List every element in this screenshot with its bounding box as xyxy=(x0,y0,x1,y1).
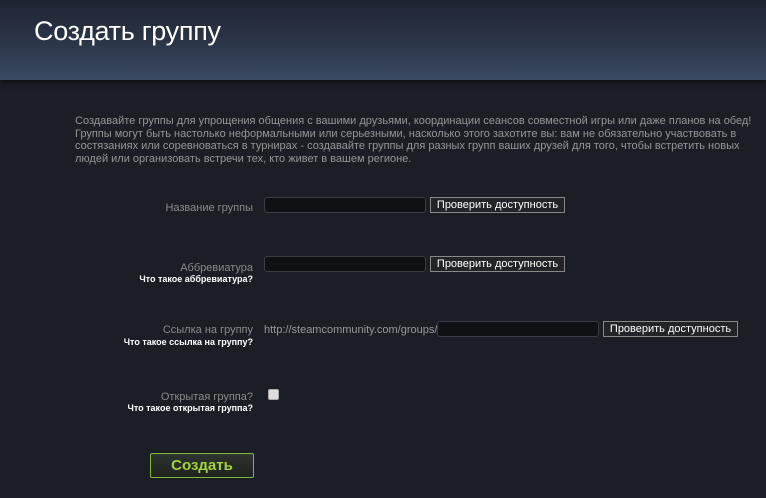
abbreviation-label: Аббревиатура xyxy=(180,262,253,274)
group-link-label: Ссылка на группу xyxy=(162,324,253,336)
open-group-label: Открытая группа? xyxy=(160,391,253,403)
group-link-input[interactable] xyxy=(437,321,599,337)
create-group-button[interactable]: Создать xyxy=(150,453,254,478)
open-group-help-link[interactable]: Что такое открытая группа? xyxy=(128,403,253,413)
check-abbreviation-button[interactable]: Проверить доступность xyxy=(430,256,565,272)
check-link-button[interactable]: Проверить доступность xyxy=(603,321,738,337)
abbreviation-help-link[interactable]: Что такое аббревиатура? xyxy=(139,274,253,284)
group-name-label: Название группы xyxy=(165,202,253,214)
page-title: Создать группу xyxy=(34,16,221,46)
abbreviation-input[interactable] xyxy=(264,256,426,272)
check-name-button[interactable]: Проверить доступность xyxy=(430,197,565,213)
group-name-input[interactable] xyxy=(264,197,426,213)
open-group-checkbox[interactable] xyxy=(268,389,279,400)
group-link-help-link[interactable]: Что такое ссылка на группу? xyxy=(124,337,253,347)
group-url-prefix: http://steamcommunity.com/groups/ xyxy=(264,324,438,336)
intro-text: Создавайте группы для упрощения общения … xyxy=(75,115,752,165)
page-header: Создать группу xyxy=(0,0,766,80)
